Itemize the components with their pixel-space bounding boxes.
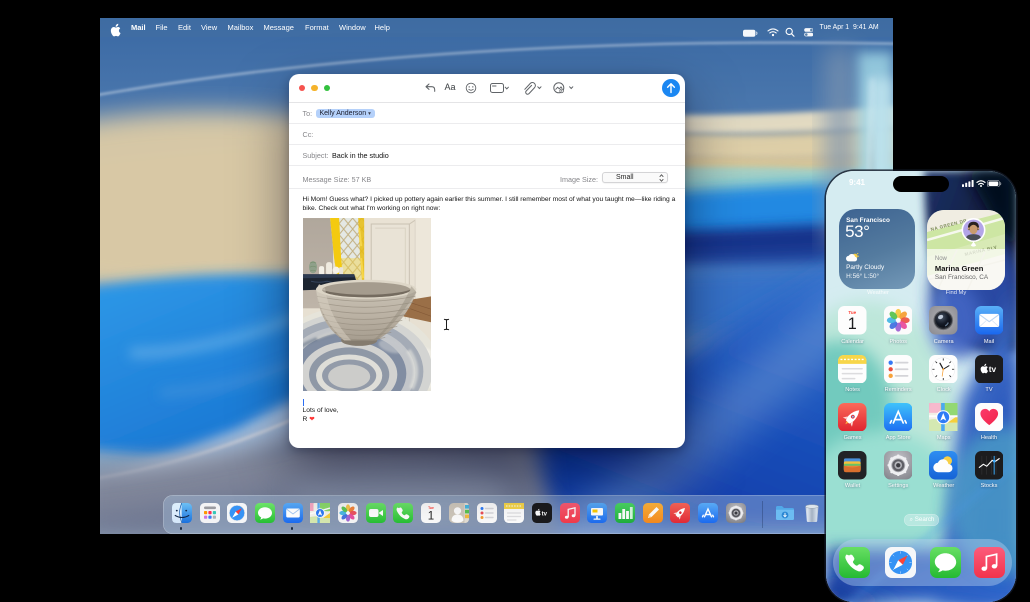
svg-text:Tue: Tue	[428, 505, 434, 509]
svg-text:1: 1	[428, 510, 434, 522]
svg-text:tv: tv	[541, 511, 547, 517]
svg-text:tv: tv	[988, 364, 996, 374]
svg-text:1: 1	[848, 316, 857, 334]
